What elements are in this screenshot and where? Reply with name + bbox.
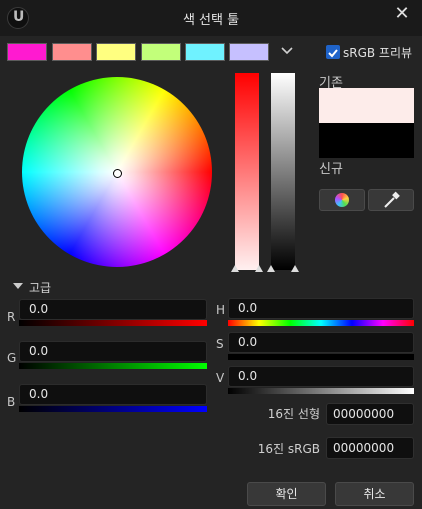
- window-title: 색 선택 툴: [182, 13, 240, 28]
- hex-linear-input[interactable]: 00000000: [326, 403, 414, 425]
- hex-linear-label: 16진 선형: [267, 407, 320, 421]
- eyedropper-button[interactable]: [368, 189, 414, 211]
- blue-channel-slider[interactable]: [19, 406, 207, 412]
- hue-channel-slider[interactable]: [228, 320, 414, 326]
- ok-button[interactable]: 확인: [247, 482, 326, 506]
- srgb-preview-label: sRGB 프리뷰: [343, 46, 413, 60]
- checkmark-icon: [328, 49, 338, 58]
- hex-srgb-label: 16진 sRGB: [257, 442, 320, 456]
- close-icon[interactable]: ✕: [390, 2, 414, 26]
- value-channel-input[interactable]: 0.0: [228, 366, 414, 387]
- blue-channel-input[interactable]: 0.0: [19, 384, 207, 405]
- saturation-slider[interactable]: [235, 73, 259, 270]
- value-channel-label: V: [216, 371, 225, 385]
- eyedropper-icon: [384, 191, 400, 208]
- red-channel-label: R: [7, 310, 16, 324]
- red-channel-input[interactable]: 0.0: [19, 299, 207, 320]
- color-wheel-cursor[interactable]: [113, 169, 122, 178]
- green-channel-slider[interactable]: [19, 363, 207, 369]
- value-handle-left-icon[interactable]: [267, 265, 275, 272]
- red-channel-slider[interactable]: [19, 320, 207, 326]
- green-channel-input[interactable]: 0.0: [19, 341, 207, 362]
- hue-channel-input[interactable]: 0.0: [228, 298, 414, 319]
- hex-srgb-input[interactable]: 00000000: [326, 437, 414, 459]
- color-swatch-5[interactable]: [185, 43, 225, 61]
- saturation-channel-label: S: [216, 337, 224, 351]
- value-handle-right-icon[interactable]: [291, 265, 299, 272]
- srgb-preview-checkbox[interactable]: [326, 45, 340, 59]
- new-color-preview: [319, 123, 414, 158]
- hue-channel-label: H: [216, 303, 226, 317]
- chevron-down-icon[interactable]: [277, 41, 297, 61]
- color-swatch-3[interactable]: [96, 43, 136, 61]
- green-channel-label: G: [7, 351, 17, 365]
- value-channel-slider[interactable]: [228, 388, 414, 394]
- saturation-handle-left-icon[interactable]: [231, 265, 239, 272]
- color-swatch-4[interactable]: [141, 43, 181, 61]
- advanced-collapse-icon[interactable]: [13, 283, 23, 289]
- color-swatch-6[interactable]: [229, 43, 269, 61]
- saturation-channel-slider[interactable]: [228, 354, 414, 360]
- saturation-handle-right-icon[interactable]: [255, 265, 263, 272]
- color-wheel-icon: [335, 193, 349, 207]
- value-slider[interactable]: [271, 73, 295, 270]
- blue-channel-label: B: [7, 395, 16, 409]
- old-color-preview: [319, 88, 414, 123]
- color-wheel-mode-button[interactable]: [319, 189, 365, 211]
- advanced-section-label: 고급: [29, 281, 52, 295]
- new-color-label: 신규: [319, 162, 343, 177]
- color-swatch-1[interactable]: [7, 43, 47, 61]
- cancel-button[interactable]: 취소: [335, 482, 414, 506]
- color-swatch-2[interactable]: [52, 43, 92, 61]
- saturation-channel-input[interactable]: 0.0: [228, 332, 414, 353]
